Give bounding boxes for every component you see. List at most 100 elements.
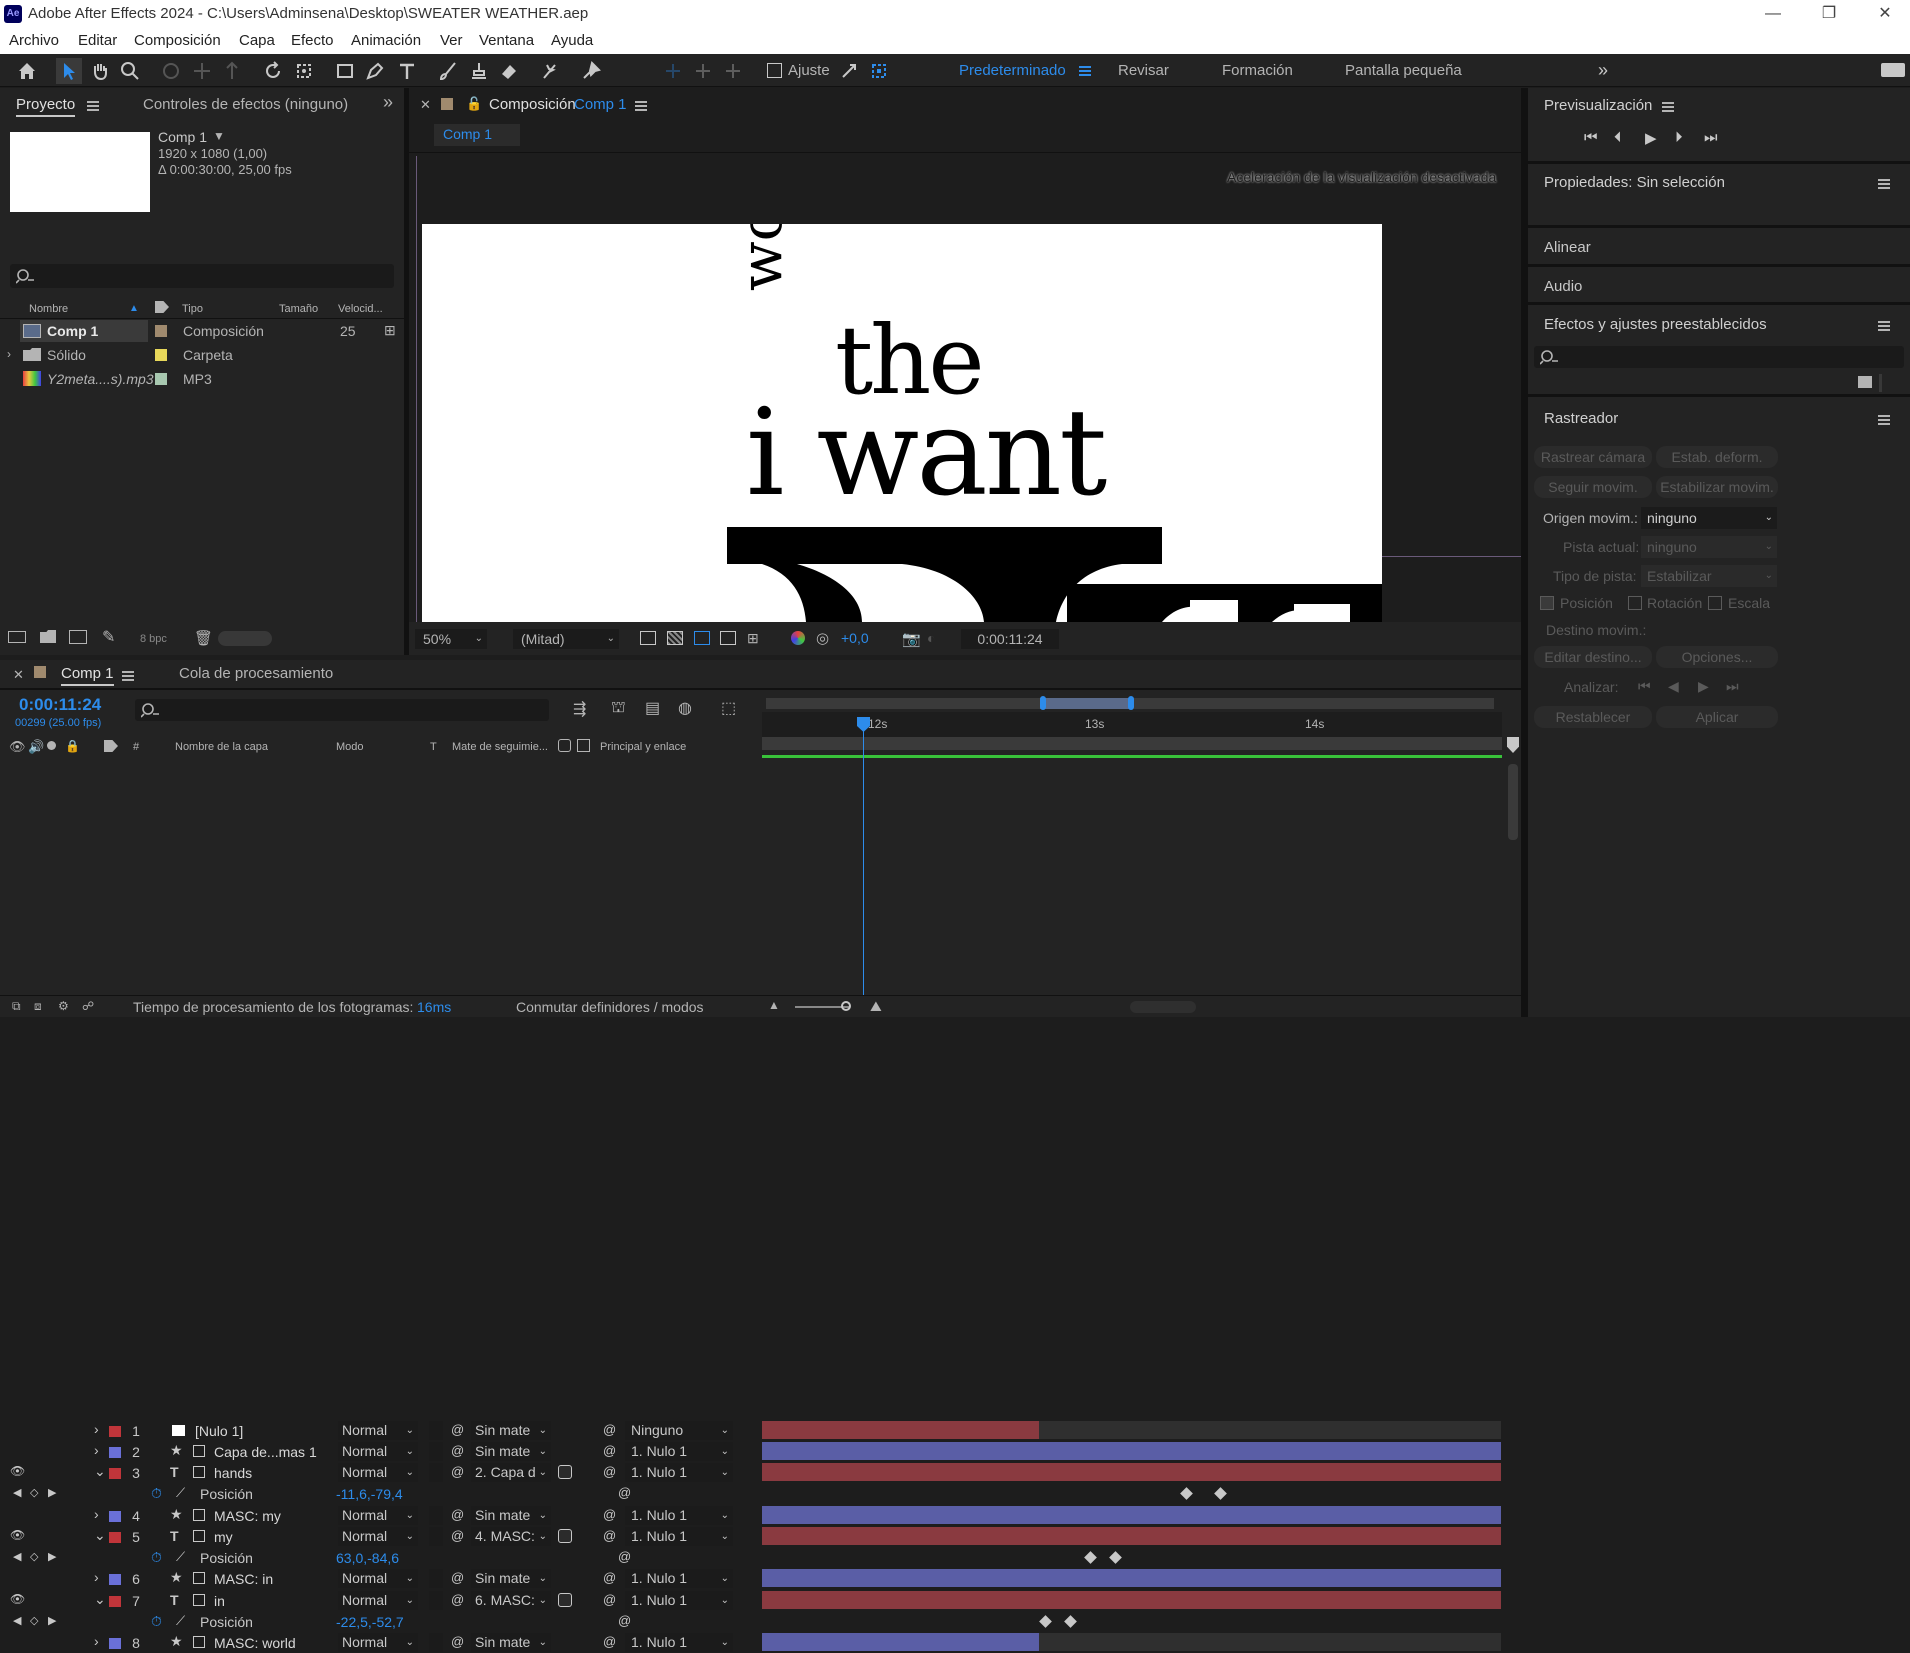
grid-guides-icon[interactable]: ⊞ <box>747 630 759 647</box>
stopwatch-icon[interactable]: ⏱ <box>151 1549 162 1566</box>
analyze-back-all-icon[interactable]: ⏮ <box>1638 678 1651 695</box>
eye-icon[interactable]: 👁 <box>10 1464 25 1478</box>
col-matte[interactable]: Mate de seguimie... <box>452 741 548 753</box>
local-axis-icon[interactable] <box>660 58 686 84</box>
prev-keyframe-icon[interactable]: ◀ <box>13 1614 21 1627</box>
new-folder-icon[interactable] <box>40 630 56 643</box>
track-camera-button[interactable]: Rastrear cámara <box>1534 446 1652 468</box>
parent-pickwhip-icon[interactable]: @ <box>603 1422 616 1437</box>
comp-menu-icon[interactable] <box>635 101 647 111</box>
search-help-icon[interactable] <box>1881 63 1905 77</box>
motion-source-select[interactable]: ninguno ⌄ <box>1641 507 1777 529</box>
blend-mode-select[interactable]: Normal ⌄ <box>338 1633 418 1652</box>
matte-pickwhip-icon[interactable]: @ <box>451 1422 464 1437</box>
keyframe-toggle-icon[interactable]: ◇ <box>30 1486 38 1499</box>
blend-mode-select[interactable]: Normal ⌄ <box>338 1463 418 1482</box>
col-rate[interactable]: Velocid... <box>338 303 383 315</box>
snap-options-icon[interactable] <box>836 58 862 84</box>
menu-efecto[interactable]: Efecto <box>291 32 334 49</box>
play-icon[interactable]: ▶ <box>1645 129 1657 147</box>
matte-alpha-icon[interactable] <box>558 1529 572 1543</box>
parent-pickwhip-icon[interactable]: @ <box>603 1634 616 1649</box>
track-matte-select[interactable]: 6. MASC: ⌄ <box>471 1591 551 1610</box>
twirl-icon[interactable]: ⌄ <box>94 1463 106 1480</box>
matte-pickwhip-icon[interactable]: @ <box>451 1592 464 1607</box>
keyframe[interactable] <box>1180 1487 1193 1500</box>
timeline-timecode[interactable]: 0:00:11:24 <box>19 695 101 715</box>
tab-project[interactable]: Proyecto <box>16 96 76 117</box>
blend-mode-select[interactable]: Normal ⌄ <box>338 1421 418 1440</box>
menu-ayuda[interactable]: Ayuda <box>551 32 593 49</box>
table-row[interactable]: 👁 ⌄ 7 Tin Normal ⌄ @6. MASC: ⌄ @1. Nulo 1 ⌄ <box>0 1590 760 1611</box>
parent-pickwhip-icon[interactable]: @ <box>603 1464 616 1479</box>
last-frame-icon[interactable]: ⏭ <box>1704 129 1718 146</box>
analyze-forward-all-icon[interactable]: ⏭ <box>1726 678 1739 695</box>
layer-name[interactable]: MASC: world <box>214 1635 296 1651</box>
layer-name[interactable]: Capa de...mas 1 <box>214 1444 317 1460</box>
twirl-icon[interactable]: › <box>94 1421 99 1437</box>
transparency-grid-icon[interactable] <box>667 631 683 645</box>
eye-column-icon[interactable]: 👁 <box>9 739 26 755</box>
toggle-switches-modes[interactable]: Conmutar definidores / modos <box>516 999 704 1015</box>
pen-tool-icon[interactable] <box>362 58 388 84</box>
parent-pickwhip-icon[interactable]: @ <box>603 1528 616 1543</box>
motion-blur-icon[interactable]: ◍ <box>678 698 692 718</box>
keyframe-toggle-icon[interactable]: ◇ <box>30 1614 38 1627</box>
effects-search-input[interactable] <box>1534 346 1904 368</box>
preserve-transparency-toggle[interactable] <box>429 1569 443 1588</box>
in-out-icon[interactable]: ☍ <box>82 999 94 1013</box>
preserve-transparency-toggle[interactable] <box>429 1442 443 1461</box>
preserve-transparency-icon[interactable] <box>577 739 590 752</box>
workspace-default[interactable]: Predeterminado <box>959 62 1066 79</box>
blend-mode-select[interactable]: Normal ⌄ <box>338 1506 418 1525</box>
eye-icon[interactable]: 👁 <box>10 1592 25 1606</box>
keyframe[interactable] <box>1109 1551 1122 1564</box>
stabilize-motion-button[interactable]: Estabilizar movim. <box>1656 476 1778 498</box>
keyframe[interactable] <box>1084 1551 1097 1564</box>
parent-select[interactable]: Ninguno ⌄ <box>625 1421 733 1440</box>
dolly-tool-icon[interactable] <box>219 58 245 84</box>
layer-duration-bar[interactable] <box>762 1421 1039 1439</box>
minimize-icon[interactable]: — <box>1758 2 1788 26</box>
layer-label-color[interactable] <box>109 1426 121 1437</box>
matte-pickwhip-icon[interactable]: @ <box>451 1443 464 1458</box>
matte-pickwhip-icon[interactable]: @ <box>451 1528 464 1543</box>
parent-select[interactable]: 1. Nulo 1 ⌄ <box>625 1442 733 1461</box>
interpret-footage-icon[interactable] <box>8 631 26 643</box>
preserve-transparency-toggle[interactable] <box>429 1506 443 1525</box>
project-search-input[interactable] <box>10 264 394 288</box>
reset-button[interactable]: Restablecer <box>1534 706 1652 728</box>
current-time-display[interactable]: 0:00:11:24 <box>961 629 1059 649</box>
twirl-icon[interactable]: › <box>94 1633 99 1649</box>
parent-pickwhip-icon[interactable]: @ <box>603 1507 616 1522</box>
layer-name[interactable]: my <box>214 1529 233 1545</box>
expression-pickwhip-icon[interactable]: @ <box>618 1485 631 1500</box>
layer-name[interactable]: MASC: in <box>214 1571 273 1587</box>
comp-viewer[interactable]: world the i want Aceleración de la visua… <box>409 156 1521 622</box>
close-tab-icon[interactable]: ✕ <box>420 97 431 113</box>
region-of-interest-icon[interactable] <box>720 631 736 645</box>
menu-ver[interactable]: Ver <box>440 32 463 49</box>
panel-splitter[interactable] <box>1521 88 1528 1017</box>
layer-duration-bar[interactable] <box>762 1506 1501 1524</box>
timeline-hscroll[interactable] <box>1130 1001 1196 1013</box>
layer-duration-bar[interactable] <box>762 1569 1501 1587</box>
zoom-tool-icon[interactable] <box>117 58 143 84</box>
keyframe[interactable] <box>1064 1615 1077 1628</box>
blend-mode-select[interactable]: Normal ⌄ <box>338 1527 418 1546</box>
work-area-range[interactable] <box>762 737 1502 750</box>
parent-select[interactable]: 1. Nulo 1 ⌄ <box>625 1569 733 1588</box>
maximize-icon[interactable]: ❐ <box>1814 2 1844 26</box>
new-composition-icon[interactable] <box>69 630 87 644</box>
layer-label-color[interactable] <box>109 1596 121 1607</box>
orbit-tool-icon[interactable] <box>158 58 184 84</box>
channels-icon[interactable] <box>791 631 805 645</box>
layer-duration-bar[interactable] <box>762 1442 1501 1460</box>
comp-canvas[interactable]: world the i want <box>422 224 1382 622</box>
world-axis-icon[interactable] <box>690 58 716 84</box>
property-row[interactable]: ◀ ◇ ▶ ⏱ ⟋ Posición -11,6,-79,4 @ <box>0 1483 760 1504</box>
expression-pickwhip-icon[interactable]: @ <box>618 1613 631 1628</box>
blend-mode-select[interactable]: Normal ⌄ <box>338 1569 418 1588</box>
mask-visibility-icon[interactable] <box>694 631 710 645</box>
solo-column-icon[interactable] <box>47 741 56 750</box>
